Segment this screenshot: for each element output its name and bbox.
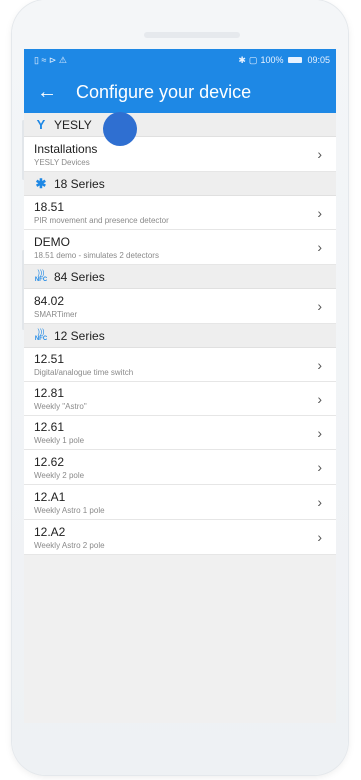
section-label: 18 Series: [54, 176, 105, 191]
chevron-right-icon: ›: [317, 424, 322, 441]
list-item-texts: 12.81 Weekly "Astro": [34, 386, 87, 411]
status-bar: ▯ ≈ ⊳ ⚠ ✱ ▢ 100% 09:05: [24, 49, 336, 71]
list-item[interactable]: 12.62 Weekly 2 pole ›: [24, 450, 336, 485]
list-item-title: 84.02: [34, 293, 65, 308]
back-arrow-icon[interactable]: ←: [24, 71, 70, 113]
nfc-icon: ))) NFC: [34, 269, 48, 283]
list-item-subtitle: Weekly 2 pole: [34, 470, 85, 480]
status-left: ▯ ≈ ⊳ ⚠: [34, 54, 68, 65]
list-item-texts: Installations YESLY Devices: [34, 142, 97, 167]
list-item[interactable]: 12.51 Digital/analogue time switch ›: [24, 348, 336, 382]
list-item-title: Installations: [34, 141, 98, 156]
list-item[interactable]: 84.02 SMARTimer ›: [24, 289, 336, 324]
chevron-right-icon: ›: [317, 298, 322, 314]
bluetooth-status-icon: ✱: [238, 54, 246, 65]
chevron-right-icon: ›: [317, 204, 322, 221]
list-item[interactable]: DEMO 18.51 demo - simulates 2 detectors ›: [24, 230, 336, 265]
chevron-right-icon: ›: [317, 356, 322, 373]
section-label: 84 Series: [54, 269, 105, 284]
list-item[interactable]: 12.81 Weekly "Astro" ›: [24, 382, 336, 416]
chevron-right-icon: ›: [317, 390, 322, 407]
list-item[interactable]: 12.A2 Weekly Astro 2 pole ›: [24, 520, 336, 555]
list-item-subtitle: Weekly Astro 2 pole: [34, 540, 105, 550]
list-item-title: 12.62: [34, 454, 65, 469]
list-item-texts: 12.62 Weekly 2 pole: [34, 455, 84, 480]
list-item-texts: 12.A1 Weekly Astro 1 pole: [34, 490, 105, 515]
list-item-title: 12.A2: [34, 524, 66, 539]
list-item[interactable]: Installations YESLY Devices ›: [24, 137, 336, 172]
status-left-icons: ▯ ≈ ⊳ ⚠: [34, 54, 68, 65]
list-item-texts: 84.02 SMARTimer: [34, 294, 77, 319]
list-item-title: 12.51: [34, 352, 65, 366]
list-item-subtitle: SMARTimer: [34, 309, 78, 319]
list-item-subtitle: 18.51 demo - simulates 2 detectors: [34, 250, 159, 260]
list-item-subtitle: Weekly Astro 1 pole: [34, 505, 105, 515]
screen: ▯ ≈ ⊳ ⚠ ✱ ▢ 100% 09:05 ← Configure your …: [24, 49, 336, 723]
list-item-texts: 12.51 Digital/analogue time switch: [34, 352, 133, 377]
yesly-logo-icon: Y: [36, 117, 46, 132]
section-header: ))) NFC 12 Series: [24, 324, 336, 348]
list-item-title: DEMO: [34, 234, 70, 249]
nfc-icon: ))) NFC: [34, 328, 48, 342]
list-item-subtitle: PIR movement and presence detector: [34, 216, 169, 225]
section-label: 12 Series: [54, 328, 105, 343]
list-item-title: 18.51: [34, 200, 65, 214]
list-item-subtitle: YESLY Devices: [34, 157, 90, 167]
section-header: ))) NFC 84 Series: [24, 265, 336, 289]
list-item[interactable]: 12.61 Weekly 1 pole ›: [24, 416, 336, 450]
chevron-right-icon: ›: [317, 459, 322, 475]
list-item[interactable]: 12.A1 Weekly Astro 1 pole ›: [24, 485, 336, 520]
status-right: ✱ ▢ 100% 09:05: [238, 55, 330, 65]
app-bar: ← Configure your device: [24, 71, 336, 113]
battery-percent: 100%: [260, 55, 284, 65]
battery-icon: [288, 57, 303, 63]
chevron-right-icon: ›: [317, 146, 322, 162]
page-title: Configure your device: [76, 81, 252, 102]
list-item-subtitle: Weekly "Astro": [34, 402, 87, 411]
list-item-title: 12.61: [34, 420, 65, 434]
list-item-subtitle: Weekly 1 pole: [34, 436, 85, 445]
list-item-title: 12.81: [34, 386, 65, 400]
bluetooth-icon: ✱: [35, 175, 47, 191]
chevron-right-icon: ›: [317, 494, 322, 510]
status-time: 09:05: [307, 55, 330, 65]
section-header: Y YESLY: [24, 113, 336, 137]
touch-indicator: [103, 112, 137, 146]
chevron-right-icon: ›: [317, 239, 322, 255]
list-item[interactable]: 18.51 PIR movement and presence detector ›: [24, 196, 336, 230]
speaker-grille: [144, 32, 240, 38]
vibrate-icon: ▢: [248, 54, 258, 65]
list-item-texts: 18.51 PIR movement and presence detector: [34, 200, 169, 225]
device-list: Y YESLY Installations YESLY Devices › ✱ 18 Ser…: [24, 113, 336, 555]
section-header: ✱ 18 Series: [24, 172, 336, 196]
list-item-title: 12.A1: [34, 489, 66, 504]
list-item-texts: 12.61 Weekly 1 pole: [34, 420, 84, 445]
list-item-texts: 12.A2 Weekly Astro 2 pole: [34, 525, 105, 550]
section-label: YESLY: [54, 117, 92, 132]
list-item-subtitle: Digital/analogue time switch: [34, 368, 134, 377]
list-item-texts: DEMO 18.51 demo - simulates 2 detectors: [34, 235, 159, 260]
chevron-right-icon: ›: [317, 529, 322, 545]
